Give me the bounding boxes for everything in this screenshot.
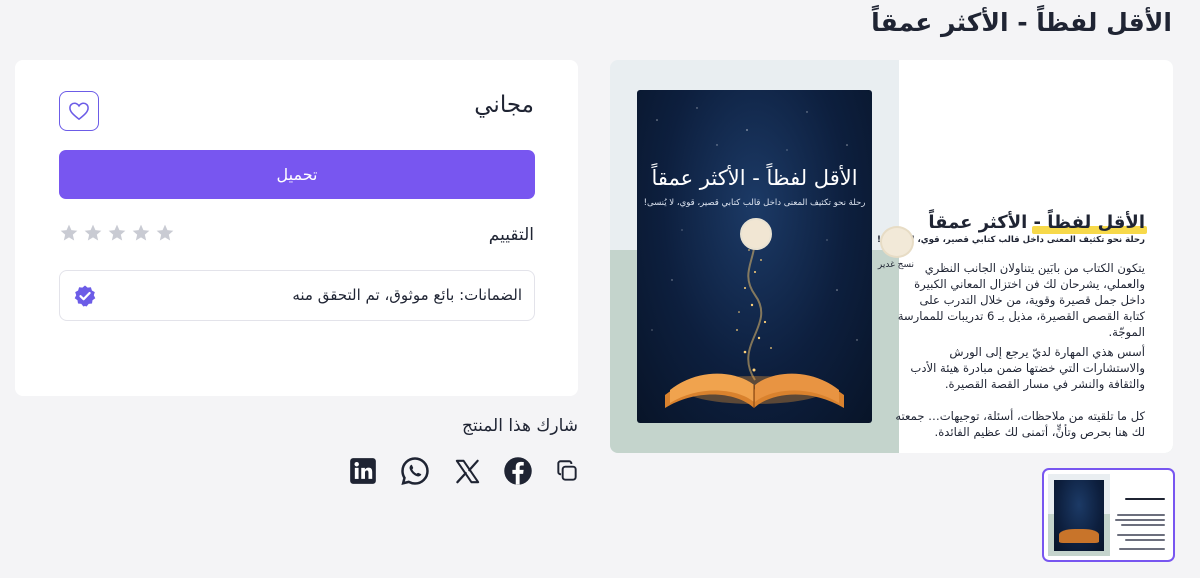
info-paragraph: يتكون الكتاب من بابَين يتناولان الجانب ا… (897, 261, 1145, 339)
product-image[interactable]: الأقل لفظاً - الأكثر عمقاً رحلة نحو تكثي… (610, 60, 1173, 453)
cover-subtitle: رحلة نحو تكثيف المعنى داخل قالب كتابي قص… (643, 198, 866, 208)
book-illustration (651, 107, 858, 408)
star-icon[interactable] (83, 223, 103, 243)
gallery-thumbnail[interactable] (1042, 468, 1175, 562)
share-title: شارك هذا المنتج (461, 416, 578, 436)
author-avatar (880, 226, 914, 258)
info-subtitle: رحلة نحو تكثيف المعنى داخل قالب كتابي قص… (877, 235, 1145, 245)
x-twitter-icon[interactable] (452, 456, 482, 486)
thumbnail-image (1048, 474, 1169, 556)
whatsapp-icon[interactable] (400, 456, 430, 486)
rating-stars[interactable] (59, 223, 175, 243)
favorite-button[interactable] (59, 91, 99, 131)
facebook-icon[interactable] (503, 456, 533, 486)
book-cover: الأقل لفظاً - الأكثر عمقاً رحلة نحو تكثي… (637, 90, 872, 423)
copy-link-icon[interactable] (552, 456, 582, 486)
star-icon[interactable] (155, 223, 175, 243)
star-icon[interactable] (131, 223, 151, 243)
heart-icon (69, 102, 89, 121)
purchase-card: مجاني تحميل التقييم الضمانات: بائع موثوق… (15, 60, 578, 396)
rating-label: التقييم (488, 225, 534, 245)
verified-badge-icon (74, 285, 96, 307)
star-icon[interactable] (59, 223, 79, 243)
cover-title: الأقل لفظاً - الأكثر عمقاً (651, 166, 858, 190)
download-button[interactable]: تحميل (59, 150, 535, 199)
image-info-panel (899, 60, 1173, 453)
cover-author-avatar (740, 218, 772, 250)
price-label: مجاني (474, 92, 534, 118)
page-title: الأقل لفظاً - الأكثر عمقاً (871, 8, 1172, 37)
info-paragraph: أسس هذي المهارة لديّ يرجع إلى الورش والا… (910, 345, 1145, 391)
guarantee-text: الضمانات: بائع موثوق، تم التحقق منه (292, 286, 522, 304)
info-title: الأقل لفظاً - الأكثر عمقاً (928, 212, 1145, 233)
linkedin-icon[interactable] (348, 456, 378, 486)
info-paragraph: كل ما تلقيته من ملاحظات، أسئلة، توجيهات…… (895, 409, 1145, 439)
guarantee-box: الضمانات: بائع موثوق، تم التحقق منه (59, 270, 535, 321)
star-icon[interactable] (107, 223, 127, 243)
